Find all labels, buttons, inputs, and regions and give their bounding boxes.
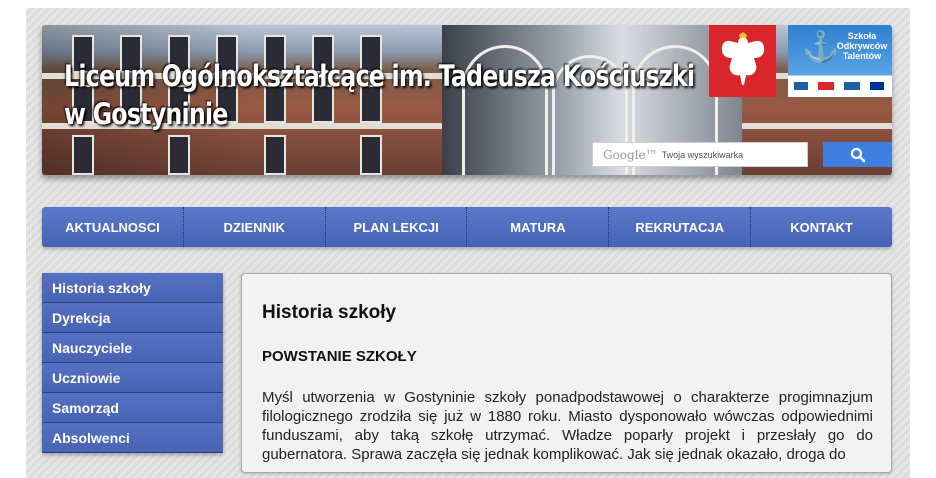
- facade-window: [360, 135, 382, 175]
- facade-window: [168, 135, 190, 175]
- talent-program-badge[interactable]: ⚓ Szkoła Odkrywców Talentów: [788, 25, 892, 97]
- polish-eagle-icon: [709, 25, 776, 97]
- sidebar-item-dyrekcja[interactable]: Dyrekcja: [42, 303, 223, 333]
- sidebar-item-uczniowie[interactable]: Uczniowie: [42, 363, 223, 393]
- sidebar-item-historia-szkoly[interactable]: Historia szkoły: [42, 273, 223, 303]
- nav-item-plan-lekcji[interactable]: Plan lekcji: [326, 207, 468, 247]
- eu-logos-strip: [792, 80, 888, 92]
- nav-item-matura[interactable]: Matura: [467, 207, 610, 247]
- sidebar-item-nauczyciele[interactable]: Nauczyciele: [42, 333, 223, 363]
- facade-window: [72, 135, 94, 175]
- google-brand-label: Google™: [603, 147, 658, 162]
- eagle-emblem-icon: [721, 32, 764, 85]
- sidebar-item-absolwenci[interactable]: Absolwenci: [42, 423, 223, 453]
- nav-item-rekrutacja[interactable]: Rekrutacja: [609, 207, 752, 247]
- nav-item-aktualnosci[interactable]: Aktualnosci: [42, 207, 184, 247]
- page-title: Historia szkoły: [262, 302, 397, 323]
- search-placeholder: Twoja wyszukiwarka: [661, 149, 744, 160]
- site-title-line2: w Gostyninie: [64, 97, 228, 131]
- content-panel: Historia szkoły POWSTANIE SZKOŁY Myśl ut…: [241, 273, 892, 473]
- nav-item-dziennik[interactable]: Dziennik: [184, 207, 326, 247]
- badge-text: Szkoła Odkrywców Talentów: [836, 31, 888, 61]
- history-paragraph: Myśl utworzenia w Gostyninie szkoły pona…: [262, 389, 873, 463]
- eu-logos-icon: [794, 82, 884, 90]
- site-title: Liceum Ogólnokształcące im. Tadeusza Koś…: [64, 57, 695, 133]
- sidebar-item-samorzad[interactable]: Samorząd: [42, 393, 223, 423]
- section-heading: POWSTANIE SZKOŁY: [262, 348, 417, 365]
- nav-item-kontakt[interactable]: Kontakt: [751, 207, 892, 247]
- main-nav: Aktualnosci Dziennik Plan lekcji Matura …: [42, 207, 892, 247]
- facade-window: [264, 135, 286, 175]
- search-input[interactable]: Google™ Twoja wyszukiwarka: [592, 142, 808, 167]
- search-button[interactable]: [823, 142, 892, 167]
- header-banner: Liceum Ogólnokształcące im. Tadeusza Koś…: [42, 25, 892, 175]
- site-title-line1: Liceum Ogólnokształcące im. Tadeusza Koś…: [64, 59, 695, 93]
- magnifier-icon: [850, 147, 865, 162]
- sidebar-menu: Historia szkoły Dyrekcja Nauczyciele Ucz…: [42, 273, 223, 453]
